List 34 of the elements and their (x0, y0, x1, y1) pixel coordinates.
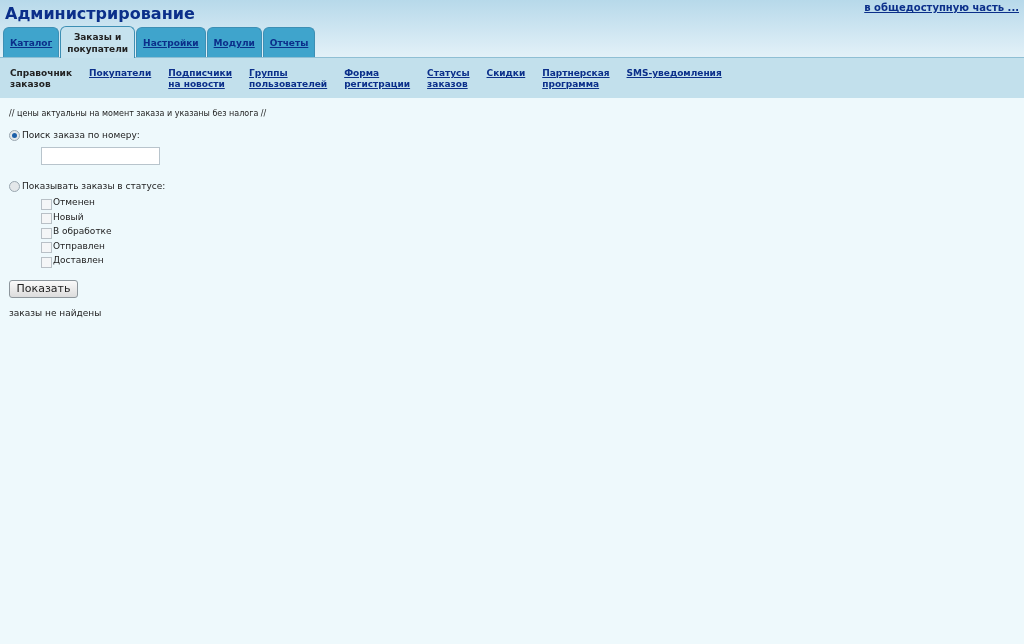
status-checkbox[interactable] (41, 256, 52, 268)
radio-button[interactable] (9, 130, 20, 142)
subnav-link[interactable]: Справочник заказов (10, 68, 73, 90)
status-checkbox[interactable] (41, 242, 52, 253)
subnav-link[interactable]: Партнерская программа (542, 68, 610, 90)
public-site-link[interactable]: в общедоступную часть ... (864, 0, 1019, 15)
subnav-link[interactable]: Форма регистрации (344, 68, 411, 90)
status-checkbox[interactable] (41, 198, 52, 210)
page-title: Администрирование (5, 4, 195, 24)
show-button[interactable]: Показать (9, 279, 78, 298)
nav-tab[interactable]: Заказы и покупатели (60, 26, 136, 58)
checkbox-label: Отправлен (53, 239, 105, 253)
status-checkbox[interactable] (41, 213, 52, 224)
price-note: // цены актуальны на момент заказа и указаны без налога // (9, 108, 268, 120)
result-message: заказы не найдены (9, 306, 103, 320)
nav-tab[interactable]: Модули (206, 27, 262, 57)
nav-tab[interactable]: Каталог (3, 27, 60, 57)
radio-button[interactable] (9, 180, 20, 192)
status-checkbox[interactable] (41, 227, 52, 239)
subnav-link[interactable]: Группы пользователей (249, 68, 328, 90)
nav-tab[interactable]: Отчеты (262, 27, 316, 57)
subnav-link[interactable]: Статусы заказов (427, 68, 470, 90)
subnav-link[interactable]: SMS-уведомления (626, 68, 722, 79)
checkbox-label: Новый (53, 210, 84, 224)
radio-label: Показывать заказы в статусе: (22, 179, 166, 193)
nav-tab[interactable]: Настройки (136, 27, 206, 57)
checkbox-label: Доставлен (53, 254, 104, 267)
checkbox-label: Отменен (53, 196, 95, 209)
subnav-link[interactable]: Подписчики на новости (168, 68, 232, 90)
subnav-link[interactable]: Покупатели (89, 68, 152, 79)
order-number-field[interactable] (41, 146, 160, 165)
subnav-link[interactable]: Скидки (486, 68, 526, 79)
radio-label: Поиск заказа по номеру: (22, 129, 140, 142)
checkbox-label: В обработке (53, 225, 112, 238)
